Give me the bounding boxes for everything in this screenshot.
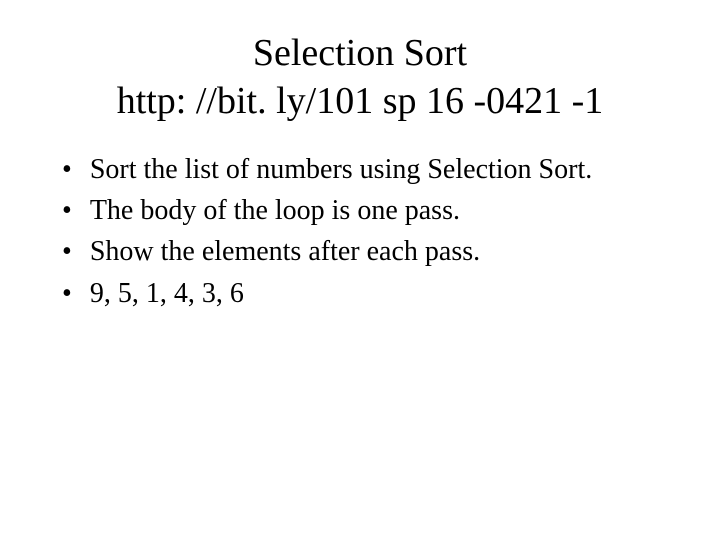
slide-title-line-2: http: //bit. ly/101 sp 16 -0421 -1: [50, 78, 670, 126]
bullet-list: • Sort the list of numbers using Selecti…: [50, 150, 670, 313]
list-item: • 9, 5, 1, 4, 3, 6: [62, 274, 670, 313]
slide-title-block: Selection Sort http: //bit. ly/101 sp 16…: [50, 30, 670, 125]
bullet-icon: •: [62, 191, 72, 230]
list-item: • Sort the list of numbers using Selecti…: [62, 150, 670, 189]
slide-title-line-1: Selection Sort: [50, 30, 670, 78]
bullet-text: The body of the loop is one pass.: [90, 191, 670, 230]
bullet-icon: •: [62, 274, 72, 313]
list-item: • Show the elements after each pass.: [62, 232, 670, 271]
bullet-text: Sort the list of numbers using Selection…: [90, 150, 670, 189]
bullet-text: Show the elements after each pass.: [90, 232, 670, 271]
list-item: • The body of the loop is one pass.: [62, 191, 670, 230]
bullet-text: 9, 5, 1, 4, 3, 6: [90, 274, 670, 313]
bullet-icon: •: [62, 150, 72, 189]
bullet-icon: •: [62, 232, 72, 271]
